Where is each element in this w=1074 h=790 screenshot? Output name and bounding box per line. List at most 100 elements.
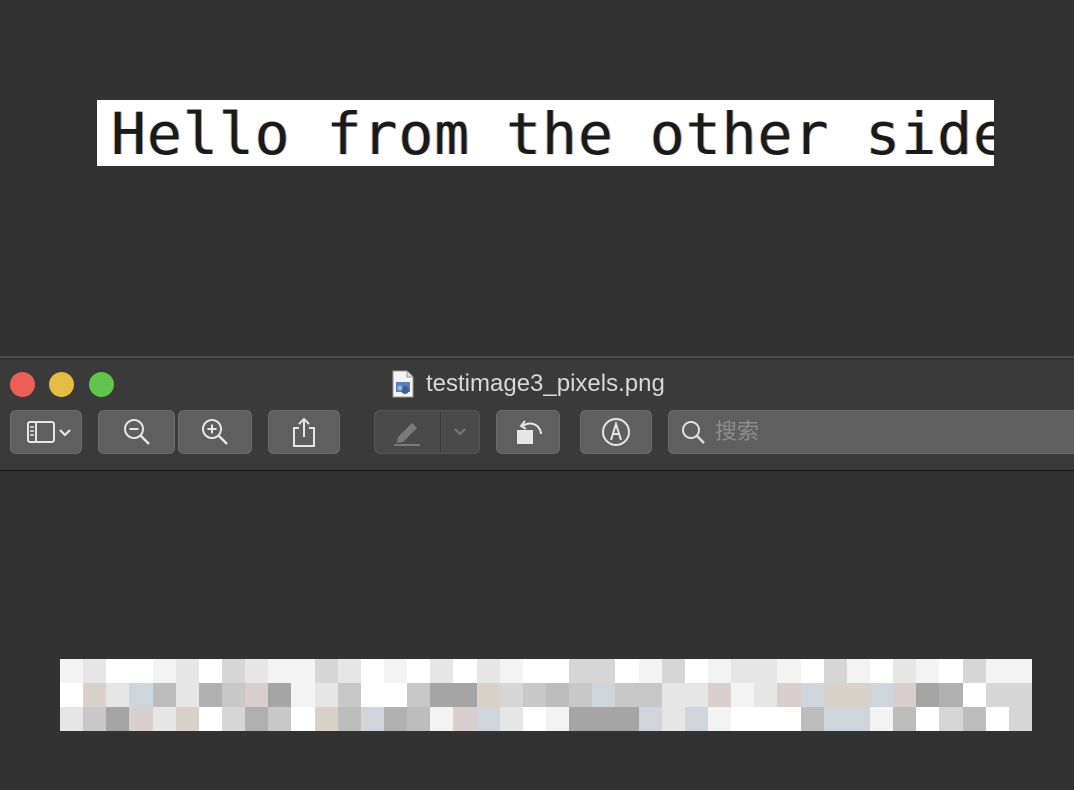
pixel-block [592,683,616,707]
chevron-down-icon [454,428,466,436]
pixel-block [245,659,269,683]
pixel-block [221,683,246,707]
zoom-out-button[interactable] [98,410,175,454]
pixel-block [985,683,1009,707]
zoom-in-button[interactable] [178,410,252,454]
pixel-block [869,659,894,683]
pixel-block [893,707,917,731]
rotate-button[interactable] [496,410,560,454]
pixel-block [499,659,523,683]
pixel-block [731,683,755,707]
pixel-block [407,683,431,707]
pixel-block [638,707,662,731]
preview-window: testimage3_pixels.png [0,356,1074,790]
pixel-block [268,683,292,707]
pixel-block [754,659,778,683]
image-text: Hello from the other side [111,100,994,166]
pixel-block [430,707,454,731]
pixel-block [106,683,130,707]
pixel-block [939,659,963,683]
pixel-block [360,683,384,707]
pixel-block [823,659,847,683]
titlebar: testimage3_pixels.png [0,360,1074,471]
pixel-block [615,659,639,683]
pixel-block [846,707,870,731]
pixel-block [916,707,940,731]
share-button[interactable] [268,410,340,454]
pixel-block [823,707,847,731]
pixel-block [83,659,107,683]
pixel-block [499,707,523,731]
pixel-block [60,707,84,731]
pixel-block [962,659,986,683]
markup-pen-icon [602,418,630,446]
pixel-block [60,683,84,707]
pixel-block [314,683,338,707]
pixel-block [453,707,477,731]
pixel-block [522,659,546,683]
pixel-block [939,683,963,707]
zoom-out-icon [123,419,150,445]
pixel-block [245,707,269,731]
zoom-button[interactable] [89,372,114,397]
highlight-main[interactable] [375,411,440,453]
close-button[interactable] [10,372,35,397]
minimize-button[interactable] [49,372,74,397]
image-canvas [0,471,1074,790]
pixel-block [754,707,778,731]
pixel-block [268,659,292,683]
search-input[interactable] [713,418,1017,446]
pixel-block [430,659,454,683]
pixel-block [638,659,662,683]
pixel-block [731,659,755,683]
pixel-block [198,683,222,707]
pixelated-image [60,659,1032,731]
pixel-block [869,707,894,731]
zoom-in-icon [202,419,228,445]
highlight-button[interactable] [374,410,480,454]
pixel-block [499,683,523,707]
pixel-block [916,683,940,707]
pixel-block [661,683,685,707]
png-document-icon [392,370,414,398]
pixel-block [777,659,801,683]
pixel-block [893,659,917,683]
pixel-block [893,683,917,707]
pixel-block [962,707,986,731]
pixel-block [569,683,593,707]
pixel-block [800,683,824,707]
pixel-block [545,707,570,731]
pixel-block [545,683,570,707]
pixel-block [869,683,894,707]
pixel-block [823,683,847,707]
pixel-block [777,707,801,731]
highlight-dropdown[interactable] [441,411,479,453]
pixel-block [291,707,315,731]
share-icon [293,417,315,447]
pixel-block [985,707,1009,731]
pixel-block [291,659,315,683]
pixel-block [1008,707,1032,731]
pixel-block [198,707,222,731]
pixel-block [337,659,361,683]
pixel-block [476,659,500,683]
pixel-block [1008,659,1032,683]
search-field[interactable] [668,410,1074,454]
pixel-block [453,659,477,683]
markup-button[interactable] [580,410,652,454]
pixel-block [152,683,176,707]
pixel-block [707,707,732,731]
pixel-block [453,683,477,707]
pixel-block [985,659,1009,683]
pixel-block [522,683,546,707]
highlighter-icon [394,423,421,446]
pixel-block [337,683,361,707]
pixel-block [314,707,338,731]
pixel-block [129,659,153,683]
pixel-block [777,683,801,707]
pixel-block [846,683,870,707]
pixel-block [476,683,500,707]
sidebar-toggle-button[interactable] [10,410,82,454]
pixel-block [615,707,639,731]
pixel-block [684,707,708,731]
